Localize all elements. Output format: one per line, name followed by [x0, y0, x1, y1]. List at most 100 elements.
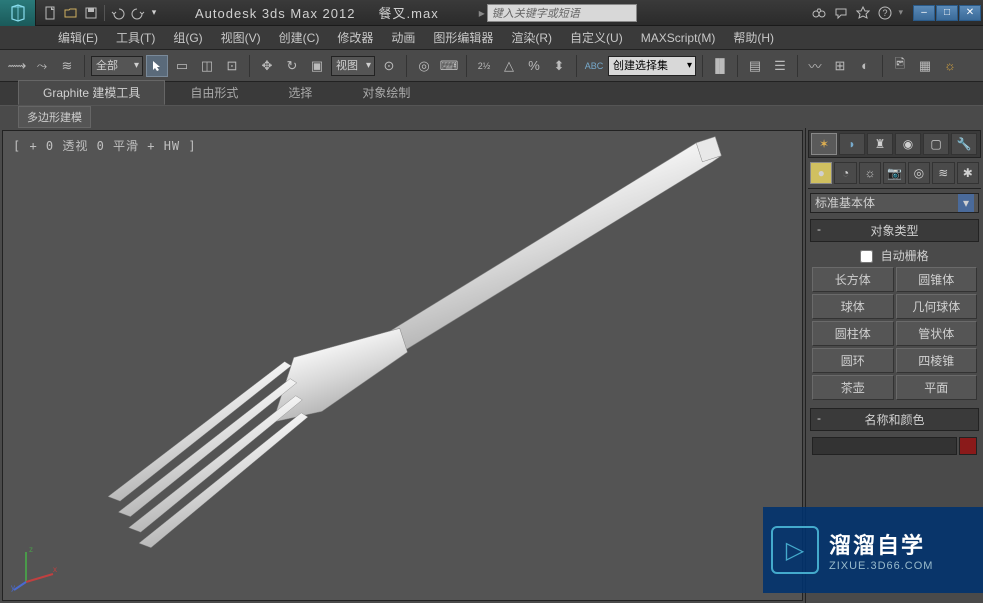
app-logo[interactable] [0, 0, 36, 26]
svg-text:?: ? [883, 8, 888, 18]
keyboard-shortcut-icon[interactable]: ⌨ [438, 55, 460, 77]
obj-cone-button[interactable]: 圆锥体 [896, 267, 978, 292]
menu-tools[interactable]: 工具(T) [108, 27, 163, 48]
align-icon[interactable]: ▤ [744, 55, 766, 77]
mirror-icon[interactable]: ▐▌ [709, 55, 731, 77]
minimize-button[interactable]: – [913, 5, 935, 21]
snap-2d-icon[interactable]: 2½ [473, 55, 495, 77]
select-region-icon[interactable]: ◫ [196, 55, 218, 77]
pivot-center-icon[interactable]: ⊙ [378, 55, 400, 77]
rollout-object-type[interactable]: 对象类型 [810, 219, 979, 242]
favorite-icon[interactable] [854, 4, 872, 22]
obj-torus-button[interactable]: 圆环 [812, 348, 894, 373]
move-icon[interactable]: ✥ [256, 55, 278, 77]
layers-icon[interactable]: ☰ [769, 55, 791, 77]
help-dropdown-icon[interactable]: ▾ [898, 7, 903, 18]
render-icon[interactable]: ☼ [939, 55, 961, 77]
systems-subtab-icon[interactable]: ✱ [957, 162, 979, 184]
menu-help[interactable]: 帮助(H) [725, 27, 782, 48]
menu-edit[interactable]: 编辑(E) [50, 27, 106, 48]
new-icon[interactable] [42, 4, 60, 22]
modify-tab-icon[interactable]: ◗ [839, 133, 865, 155]
app-name: Autodesk 3ds Max 2012 [195, 6, 355, 21]
curve-editor-icon[interactable]: 〰 [804, 55, 826, 77]
menu-maxscript[interactable]: MAXScript(M) [633, 29, 724, 47]
viewport[interactable]: [ + 0 透视 0 平滑 + HW ] [2, 130, 803, 601]
display-tab-icon[interactable]: ▢ [923, 133, 949, 155]
create-tab-icon[interactable]: ✶ [811, 133, 837, 155]
selection-filter-combo[interactable]: 全部 [91, 56, 143, 76]
obj-pyramid-button[interactable]: 四棱锥 [896, 348, 978, 373]
menu-rendering[interactable]: 渲染(R) [503, 27, 560, 48]
open-icon[interactable] [62, 4, 80, 22]
named-selection-combo[interactable]: 创建选择集 [608, 56, 696, 76]
obj-cylinder-button[interactable]: 圆柱体 [812, 321, 894, 346]
obj-plane-button[interactable]: 平面 [896, 375, 978, 400]
menu-animation[interactable]: 动画 [383, 27, 423, 48]
link-icon[interactable]: ⟿ [6, 55, 28, 77]
rotate-icon[interactable]: ↻ [281, 55, 303, 77]
shapes-subtab-icon[interactable]: ◔ [834, 162, 856, 184]
binoculars-icon[interactable] [810, 4, 828, 22]
render-frame-icon[interactable]: ▦ [914, 55, 936, 77]
obj-sphere-button[interactable]: 球体 [812, 294, 894, 319]
maximize-button[interactable]: □ [936, 5, 958, 21]
communication-icon[interactable] [832, 4, 850, 22]
bind-spacewarp-icon[interactable]: ≋ [56, 55, 78, 77]
ribbon-tab-selection[interactable]: 选择 [263, 80, 337, 105]
material-editor-icon[interactable]: ◐ [854, 55, 876, 77]
hierarchy-tab-icon[interactable]: ♜ [867, 133, 893, 155]
helpers-subtab-icon[interactable]: ◎ [908, 162, 930, 184]
undo-icon[interactable] [109, 4, 127, 22]
autogrid-checkbox[interactable] [860, 250, 873, 263]
save-icon[interactable] [82, 4, 100, 22]
lights-subtab-icon[interactable]: ☼ [859, 162, 881, 184]
menu-grapheditors[interactable]: 图形编辑器 [425, 27, 501, 48]
schematic-view-icon[interactable]: ⊞ [829, 55, 851, 77]
search-input[interactable]: 键入关键字或短语 [487, 4, 637, 22]
menu-group[interactable]: 组(G) [165, 27, 210, 48]
menu-views[interactable]: 视图(V) [213, 27, 269, 48]
svg-text:z: z [29, 545, 33, 554]
obj-box-button[interactable]: 长方体 [812, 267, 894, 292]
viewport-label[interactable]: [ + 0 透视 0 平滑 + HW ] [13, 137, 197, 154]
ribbon-tab-freeform[interactable]: 自由形式 [165, 80, 263, 105]
redo-icon[interactable] [129, 4, 147, 22]
object-color-swatch[interactable] [959, 437, 977, 455]
window-crossing-icon[interactable]: ⊡ [221, 55, 243, 77]
geometry-subtab-icon[interactable]: ● [810, 162, 832, 184]
help-icon[interactable]: ? [876, 4, 894, 22]
obj-teapot-button[interactable]: 茶壶 [812, 375, 894, 400]
unlink-icon[interactable]: ⤳ [31, 55, 53, 77]
percent-snap-icon[interactable]: % [523, 55, 545, 77]
edit-named-sel-icon[interactable]: ABC [583, 55, 605, 77]
select-by-name-icon[interactable]: ▭ [171, 55, 193, 77]
ref-coord-combo[interactable]: 视图 [331, 56, 375, 76]
render-setup-icon[interactable]: 🖻 [889, 55, 911, 77]
svg-text:x: x [53, 565, 57, 574]
ribbon-tab-graphite[interactable]: Graphite 建模工具 [18, 80, 165, 105]
manipulate-icon[interactable]: ◎ [413, 55, 435, 77]
scale-icon[interactable]: ▣ [306, 55, 328, 77]
ribbon-tab-objectpaint[interactable]: 对象绘制 [337, 80, 435, 105]
watermark-subtitle: ZIXUE.3D66.COM [829, 560, 933, 572]
motion-tab-icon[interactable]: ◉ [895, 133, 921, 155]
spacewarps-subtab-icon[interactable]: ≋ [932, 162, 954, 184]
qat-dropdown-icon[interactable]: ▾ [149, 4, 159, 22]
spinner-snap-icon[interactable]: ⬍ [548, 55, 570, 77]
angle-snap-icon[interactable]: △ [498, 55, 520, 77]
poly-modeling-button[interactable]: 多边形建模 [18, 106, 91, 128]
select-object-icon[interactable] [146, 55, 168, 77]
obj-geosphere-button[interactable]: 几何球体 [896, 294, 978, 319]
ribbon-subpanel: 多边形建模 [0, 106, 983, 128]
object-name-input[interactable] [812, 437, 957, 455]
cameras-subtab-icon[interactable]: 📷 [883, 162, 905, 184]
rollout-name-color[interactable]: 名称和颜色 [810, 408, 979, 431]
menu-modifiers[interactable]: 修改器 [329, 27, 381, 48]
category-combo[interactable]: 标准基本体 [810, 193, 979, 213]
obj-tube-button[interactable]: 管状体 [896, 321, 978, 346]
close-button[interactable]: ✕ [959, 5, 981, 21]
menu-create[interactable]: 创建(C) [271, 27, 328, 48]
menu-customize[interactable]: 自定义(U) [562, 27, 631, 48]
utilities-tab-icon[interactable]: 🔧 [951, 133, 977, 155]
